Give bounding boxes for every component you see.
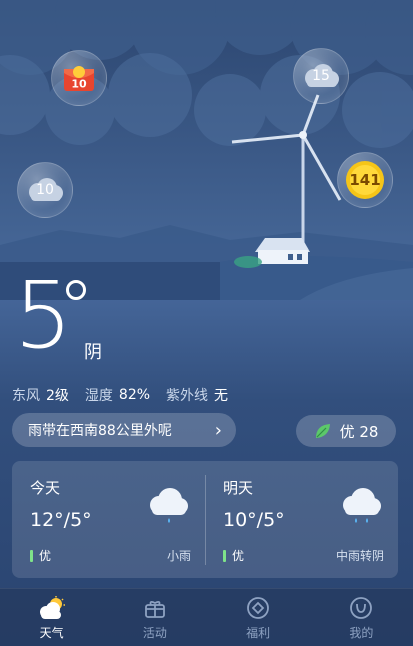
aqi-value: 优 28 xyxy=(339,422,379,441)
degree-symbol xyxy=(66,280,86,300)
diamond-icon xyxy=(247,596,270,619)
light-rain-icon xyxy=(150,488,188,523)
forecast-today[interactable]: 今天 12°/5° 优 小雨 xyxy=(12,461,205,578)
current-condition: 阴 xyxy=(84,342,102,363)
cloud-bubble-left[interactable]: 10 xyxy=(17,162,73,218)
nav-label-weather: 天气 xyxy=(39,625,64,640)
forecast-tomorrow-air-text: 优 xyxy=(232,549,245,563)
forecast-tomorrow-range: 10°/5° xyxy=(223,509,285,531)
rain-alert-button[interactable]: 雨带在西南88公里外呢 › xyxy=(12,413,236,447)
cloud-bubble-top[interactable]: 15 xyxy=(293,48,349,104)
forecast-tomorrow-label: 明天 xyxy=(223,479,254,497)
cloud-bubble-left-value: 10 xyxy=(36,182,54,198)
wind-value: 2级 xyxy=(46,388,69,404)
cloud-bubble-top-value: 15 xyxy=(312,68,330,84)
coin-count: 141 xyxy=(349,171,381,189)
humidity-value: 82% xyxy=(118,387,151,403)
nav-item-welfare[interactable]: 福利 xyxy=(207,589,310,646)
red-envelope-count: 10 xyxy=(71,77,87,91)
rain-alert-text: 雨带在西南88公里外呢 xyxy=(28,423,172,439)
nav-label-profile: 我的 xyxy=(349,625,374,640)
nav-label-welfare: 福利 xyxy=(246,625,271,640)
moderate-rain-icon xyxy=(343,488,381,523)
nav-item-activity[interactable]: 活动 xyxy=(103,589,206,646)
gift-icon xyxy=(144,600,165,618)
leaf-icon xyxy=(315,424,330,438)
coin-bubble[interactable]: 141 xyxy=(337,152,393,208)
forecast-tomorrow-desc: 中雨转阴 xyxy=(335,549,384,563)
air-quality-bar xyxy=(223,549,226,562)
nav-item-profile[interactable]: 我的 xyxy=(310,589,413,646)
aqi-button[interactable]: 优 28 xyxy=(296,415,396,447)
profile-icon xyxy=(350,596,373,619)
uv-label: 紫外线 xyxy=(166,388,209,404)
red-envelope-bubble[interactable]: 10 xyxy=(51,50,107,106)
forecast-tomorrow[interactable]: 明天 10°/5° 优 中雨转阴 xyxy=(205,461,398,578)
current-temperature: 5 xyxy=(14,262,73,369)
forecast-today-range: 12°/5° xyxy=(30,509,92,531)
wind-label: 东风 xyxy=(12,388,40,404)
forecast-today-air: 优 xyxy=(30,547,51,564)
uv-value: 无 xyxy=(214,388,229,404)
forecast-today-air-text: 优 xyxy=(39,549,52,563)
forecast-tomorrow-air: 优 xyxy=(223,547,244,564)
weather-stats: 东风 2级 湿度 82% 紫外线 无 xyxy=(12,385,238,405)
humidity-label: 湿度 xyxy=(84,388,113,404)
air-quality-bar xyxy=(30,549,33,562)
bottom-nav: 天气 活动 福利 我的 xyxy=(0,588,413,646)
background-scene xyxy=(0,0,413,300)
nav-label-activity: 活动 xyxy=(142,625,167,640)
weather-icon xyxy=(39,595,65,619)
nav-item-weather[interactable]: 天气 xyxy=(0,589,103,646)
weather-app: 10 15 10 141 5 阴 东风 2级 湿度 82% 紫外线 无 雨带在西… xyxy=(0,0,413,646)
chevron-right-icon: › xyxy=(214,419,222,441)
forecast-today-label: 今天 xyxy=(30,479,61,497)
forecast-card[interactable]: 今天 12°/5° 优 小雨 明天 10°/5° 优 中雨转阴 xyxy=(12,461,398,578)
forecast-today-desc: 小雨 xyxy=(166,549,191,563)
